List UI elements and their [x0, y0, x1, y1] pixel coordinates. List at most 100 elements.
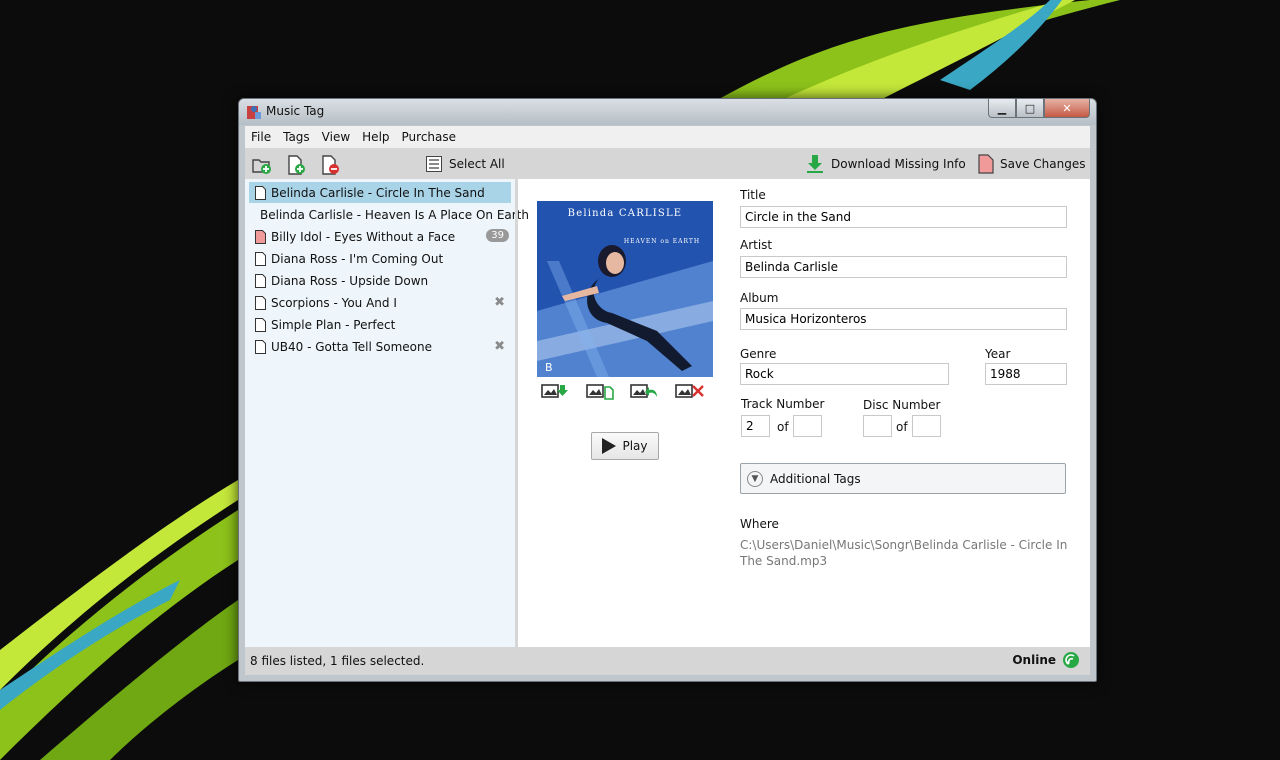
file-list-item[interactable]: Diana Ross - Upside Down — [249, 270, 511, 291]
play-icon — [602, 438, 617, 454]
online-label: Online — [1012, 653, 1056, 667]
menu-purchase[interactable]: Purchase — [396, 130, 463, 144]
track-number-field[interactable] — [741, 415, 770, 437]
album-art-album-text: HEAVEN on EARTH — [624, 238, 700, 245]
remove-art-icon[interactable] — [675, 381, 705, 401]
window-controls: ▁ □ ✕ — [988, 99, 1090, 118]
online-indicator: Online — [1012, 651, 1080, 669]
file-list-item[interactable]: Simple Plan - Perfect — [249, 314, 511, 335]
album-art-image: Belinda CARLISLE HEAVEN on EARTH B — [537, 201, 713, 377]
play-label: Play — [622, 439, 648, 453]
year-field[interactable] — [985, 363, 1067, 385]
artist-field[interactable] — [740, 256, 1067, 278]
close-button[interactable]: ✕ — [1044, 99, 1090, 118]
file-list: Belinda Carlisle - Circle In The Sand Be… — [245, 179, 529, 647]
file-icon — [255, 185, 266, 200]
minimize-button[interactable]: ▁ — [988, 99, 1016, 118]
minimize-icon: ▁ — [997, 101, 1007, 115]
add-folder-icon[interactable] — [252, 155, 272, 175]
download-art-icon[interactable] — [541, 381, 571, 401]
artist-label: Artist — [740, 238, 773, 252]
file-list-item[interactable]: Belinda Carlisle - Circle In The Sand — [249, 182, 511, 203]
revert-art-icon[interactable] — [630, 381, 660, 401]
album-art-corner-letter: B — [545, 361, 553, 374]
save-changes-button[interactable]: Save Changes — [978, 154, 1085, 174]
menu-bar: File Tags View Help Purchase — [245, 126, 1090, 149]
menu-tags[interactable]: Tags — [277, 130, 316, 144]
file-icon — [255, 317, 266, 332]
disc-number-field[interactable] — [863, 415, 892, 437]
select-all-label: Select All — [449, 157, 505, 171]
file-name: Diana Ross - Upside Down — [271, 273, 429, 288]
album-art-artist-text: Belinda CARLISLE — [568, 208, 683, 219]
pane-splitter[interactable] — [515, 149, 518, 647]
album-art-tools — [541, 381, 713, 403]
file-name: Belinda Carlisle - Heaven Is A Place On … — [260, 207, 529, 222]
year-label: Year — [985, 347, 1011, 361]
app-window: Music Tag ▁ □ ✕ File Tags View Help Purc… — [238, 98, 1097, 682]
file-name: Diana Ross - I'm Coming Out — [271, 251, 444, 266]
file-list-item[interactable]: Scorpions - You And I ✖ — [249, 292, 511, 313]
where-label: Where — [740, 517, 779, 531]
close-icon: ✕ — [1062, 101, 1072, 115]
album-field[interactable] — [740, 308, 1067, 330]
save-file-icon — [978, 154, 994, 174]
file-name: Simple Plan - Perfect — [271, 317, 396, 332]
download-label: Download Missing Info — [831, 157, 966, 171]
track-of-label: of — [777, 420, 789, 434]
art-from-file-icon[interactable] — [586, 381, 616, 401]
file-icon — [255, 295, 266, 310]
additional-tags-label: Additional Tags — [770, 471, 861, 486]
title-label: Title — [740, 188, 766, 202]
file-name: UB40 - Gotta Tell Someone — [271, 339, 432, 354]
remove-row-icon[interactable]: ✖ — [494, 295, 505, 310]
disc-total-field[interactable] — [912, 415, 941, 437]
file-icon — [255, 339, 266, 354]
online-satellite-icon — [1063, 652, 1079, 668]
file-name: Belinda Carlisle - Circle In The Sand — [271, 185, 485, 200]
remove-file-icon[interactable] — [320, 155, 340, 175]
disc-number-label: Disc Number — [863, 398, 941, 412]
add-file-icon[interactable] — [286, 155, 306, 175]
editor-toolbar: Download Missing Info Save Changes — [518, 149, 1090, 179]
remove-row-icon[interactable]: ✖ — [494, 339, 505, 354]
title-field[interactable] — [740, 206, 1067, 228]
select-all-icon — [426, 156, 442, 172]
track-number-label: Track Number — [741, 397, 825, 411]
file-name: Billy Idol - Eyes Without a Face — [271, 229, 456, 244]
status-text: 8 files listed, 1 files selected. — [250, 654, 425, 668]
genre-label: Genre — [740, 347, 777, 361]
select-all-button[interactable]: Select All — [425, 154, 505, 174]
file-list-item[interactable]: Belinda Carlisle - Heaven Is A Place On … — [249, 204, 529, 225]
title-bar[interactable]: Music Tag ▁ □ ✕ — [239, 99, 1096, 125]
download-missing-info-button[interactable]: Download Missing Info — [805, 154, 966, 174]
maximize-icon: □ — [1024, 101, 1036, 115]
chevron-down-icon: ▼ — [747, 470, 763, 487]
file-icon — [255, 251, 266, 266]
status-bar: 8 files listed, 1 files selected. Online — [245, 647, 1090, 675]
app-icon — [247, 106, 261, 119]
genre-field[interactable] — [740, 363, 949, 385]
album-label: Album — [740, 291, 779, 305]
additional-tags-expander[interactable]: ▼ Additional Tags — [740, 463, 1066, 494]
menu-help[interactable]: Help — [356, 130, 395, 144]
menu-view[interactable]: View — [316, 130, 356, 144]
file-path: C:\Users\Daniel\Music\Songr\Belinda Carl… — [740, 538, 1068, 568]
disc-of-label: of — [896, 420, 908, 434]
file-list-item[interactable]: Diana Ross - I'm Coming Out — [249, 248, 511, 269]
play-button[interactable]: Play — [591, 432, 659, 460]
file-list-toolbar: Select All — [245, 149, 515, 179]
file-list-item[interactable]: Billy Idol - Eyes Without a Face 39 — [249, 226, 511, 247]
track-total-field[interactable] — [793, 415, 822, 437]
change-count-badge: 39 — [486, 229, 509, 242]
file-name: Scorpions - You And I — [271, 295, 397, 310]
menu-file[interactable]: File — [245, 130, 277, 144]
download-icon — [807, 155, 823, 173]
save-label: Save Changes — [1000, 157, 1086, 171]
client-area: File Tags View Help Purchase Select All … — [245, 126, 1090, 675]
file-icon — [255, 273, 266, 288]
window-title: Music Tag — [266, 104, 325, 118]
file-list-item[interactable]: UB40 - Gotta Tell Someone ✖ — [249, 336, 511, 357]
modified-file-icon — [255, 229, 266, 244]
maximize-button[interactable]: □ — [1016, 99, 1044, 118]
